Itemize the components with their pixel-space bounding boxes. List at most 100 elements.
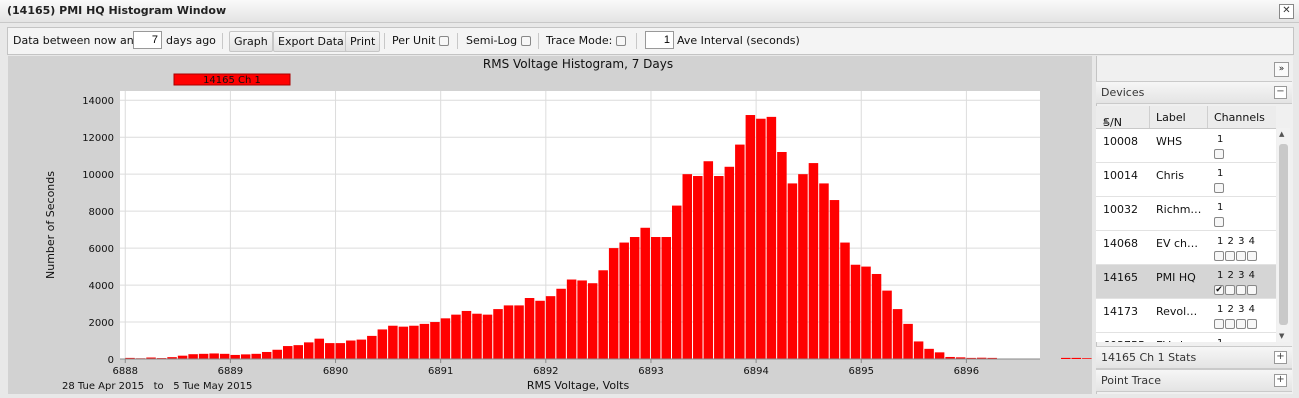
histogram-bar[interactable]	[661, 237, 671, 359]
histogram-bar[interactable]	[482, 314, 493, 359]
histogram-bar[interactable]	[640, 227, 650, 359]
histogram-bar[interactable]	[934, 352, 945, 359]
histogram-bar[interactable]	[346, 340, 356, 359]
trace-mode-checkbox[interactable]	[615, 36, 626, 46]
histogram-bar[interactable]	[861, 266, 871, 359]
histogram-bar[interactable]	[1082, 358, 1092, 359]
histogram-bar[interactable]	[356, 339, 367, 359]
histogram-bar[interactable]	[430, 322, 440, 359]
histogram-bar[interactable]	[787, 183, 798, 359]
histogram-bar[interactable]	[514, 305, 524, 359]
histogram-bar[interactable]	[398, 326, 409, 359]
histogram-bar[interactable]	[693, 176, 703, 359]
histogram-bar[interactable]	[850, 264, 861, 359]
histogram-bar[interactable]	[272, 349, 282, 359]
print-button[interactable]: Print	[345, 31, 381, 52]
histogram-bar[interactable]	[777, 151, 787, 359]
histogram-bar[interactable]	[714, 176, 724, 359]
histogram-bar[interactable]	[419, 323, 430, 359]
histogram-bar[interactable]	[293, 345, 303, 359]
ave-interval-input[interactable]	[645, 31, 674, 49]
histogram-bar[interactable]	[219, 353, 230, 359]
histogram-bar[interactable]	[282, 346, 293, 359]
column-channels[interactable]: Channels	[1214, 111, 1265, 124]
histogram-bar[interactable]	[735, 144, 745, 359]
collapse-icon[interactable]: −	[1274, 86, 1287, 99]
channel-checkbox[interactable]	[1247, 319, 1257, 329]
histogram-bar[interactable]	[388, 325, 398, 359]
per-unit-option[interactable]: Per Unit	[392, 28, 449, 54]
histogram-bar[interactable]	[240, 354, 251, 359]
histogram-bar[interactable]	[1071, 357, 1082, 359]
channel-checkbox[interactable]	[1247, 251, 1257, 261]
histogram-bar[interactable]	[440, 318, 451, 359]
histogram-bar[interactable]	[524, 298, 535, 359]
histogram-bar[interactable]	[1061, 357, 1071, 359]
channel-checkbox[interactable]	[1225, 251, 1235, 261]
histogram-bar[interactable]	[472, 313, 482, 359]
expand-icon[interactable]: +	[1274, 374, 1287, 387]
days-input[interactable]	[133, 31, 162, 49]
histogram-bar[interactable]	[598, 270, 608, 359]
point-trace-panel-header[interactable]: Point Trace +	[1096, 369, 1292, 392]
histogram-bar[interactable]	[682, 174, 693, 359]
histogram-bar[interactable]	[377, 329, 388, 359]
channel-checkbox[interactable]	[1214, 183, 1224, 193]
expand-icon[interactable]: +	[1274, 351, 1287, 364]
histogram-bar[interactable]	[493, 309, 503, 359]
devices-panel-header[interactable]: Devices −	[1096, 81, 1292, 104]
histogram-bar[interactable]	[829, 200, 840, 359]
channel-checkbox[interactable]	[1247, 285, 1257, 295]
histogram-bar[interactable]	[903, 323, 913, 359]
per-unit-checkbox[interactable]	[438, 36, 449, 46]
histogram-bar[interactable]	[629, 237, 640, 359]
histogram-bar[interactable]	[451, 314, 461, 359]
histogram-bar[interactable]	[188, 354, 198, 359]
histogram-bar[interactable]	[871, 273, 882, 359]
collapse-sidebar-icon[interactable]: »	[1274, 62, 1289, 77]
channel-checkbox[interactable]	[1236, 251, 1246, 261]
histogram-bar[interactable]	[261, 351, 272, 359]
histogram-bar[interactable]	[882, 290, 892, 359]
histogram-bar[interactable]	[198, 353, 209, 359]
channel-checkbox[interactable]	[1214, 319, 1224, 329]
table-row[interactable]: 10014 Chris 1	[1096, 163, 1276, 197]
close-icon[interactable]: ✕	[1279, 4, 1294, 19]
semi-log-option[interactable]: Semi-Log	[466, 28, 531, 54]
histogram-bar[interactable]	[556, 288, 566, 359]
channel-checkbox[interactable]: ✔	[1214, 285, 1224, 295]
histogram-bar[interactable]	[703, 161, 714, 359]
histogram-bar[interactable]	[503, 305, 514, 359]
channel-checkbox[interactable]	[1214, 149, 1224, 159]
histogram-bar[interactable]	[461, 310, 472, 359]
histogram-bar[interactable]	[913, 341, 924, 359]
histogram-bar[interactable]	[325, 343, 335, 359]
table-row[interactable]: 14173 Revol… 1 2 3 4	[1096, 299, 1276, 333]
histogram-bar[interactable]	[892, 309, 903, 359]
histogram-bar[interactable]	[304, 342, 314, 359]
histogram-bar[interactable]	[724, 166, 735, 359]
table-row[interactable]: 10008 WHS 1	[1096, 129, 1276, 163]
histogram-bar[interactable]	[545, 296, 556, 359]
scroll-up-icon[interactable]: ▲	[1279, 130, 1284, 138]
histogram-bar[interactable]	[745, 115, 756, 359]
export-data-button[interactable]: Export Data	[273, 31, 349, 52]
histogram-bar[interactable]	[619, 242, 629, 359]
histogram-bar[interactable]	[756, 118, 766, 359]
table-row[interactable]: 14165 PMI HQ 1 2 3 4 ✔	[1096, 265, 1276, 299]
scroll-thumb[interactable]	[1279, 144, 1288, 325]
histogram-bar[interactable]	[230, 354, 240, 359]
histogram-bar[interactable]	[535, 300, 545, 359]
devices-scrollbar[interactable]: ▲ ▼	[1277, 128, 1290, 342]
trace-mode-option[interactable]: Trace Mode:	[546, 28, 626, 54]
channel-checkbox[interactable]	[1225, 285, 1235, 295]
histogram-bar[interactable]	[608, 248, 619, 359]
table-row[interactable]: 10032 Richm… 1	[1096, 197, 1276, 231]
column-label[interactable]: Label	[1156, 111, 1186, 124]
histogram-bar[interactable]	[577, 280, 587, 359]
histogram-bar[interactable]	[409, 325, 419, 359]
channel-checkbox[interactable]	[1236, 319, 1246, 329]
histogram-bar[interactable]	[650, 237, 661, 359]
histogram-bar[interactable]	[924, 348, 934, 359]
histogram-bar[interactable]	[840, 242, 850, 359]
